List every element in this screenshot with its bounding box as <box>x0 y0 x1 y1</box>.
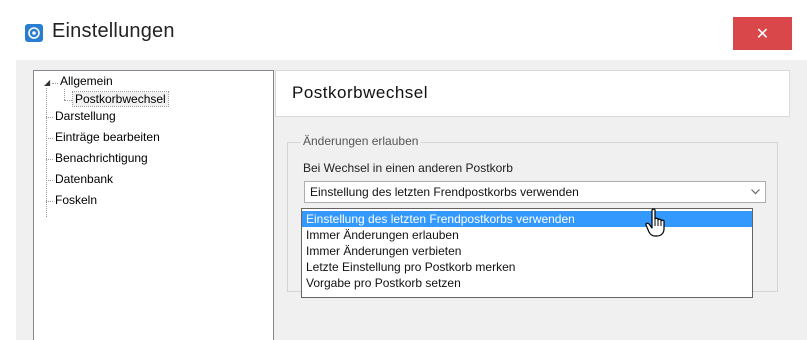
window-title: Einstellungen <box>52 20 175 42</box>
settings-dialog: Einstellungen ✕ ◢ Allgemein Postkorbwech… <box>0 0 807 340</box>
tree-connector <box>46 138 53 139</box>
settings-tree[interactable]: ◢ Allgemein Postkorbwechsel Darstellung … <box>33 70 274 340</box>
tree-connector <box>64 100 72 101</box>
tree-item-datenbank[interactable]: Datenbank <box>53 171 115 188</box>
page-title: Postkorbwechsel <box>292 83 429 102</box>
option-vorgabe-pro-postkorb[interactable]: Vorgabe pro Postkorb setzen <box>302 275 752 291</box>
select-dropdown-list: Einstellung des letzten Frendpostkorbs v… <box>301 208 753 298</box>
title-bar[interactable]: Einstellungen ✕ <box>0 0 807 60</box>
tree-item-allgemein[interactable]: Allgemein <box>58 73 115 90</box>
tree-connector <box>46 117 53 118</box>
page-header: Postkorbwechsel <box>275 70 790 117</box>
option-immer-erlauben[interactable]: Immer Änderungen erlauben <box>302 227 752 243</box>
dialog-body: ◢ Allgemein Postkorbwechsel Darstellung … <box>16 60 807 340</box>
tree-item-postkorbwechsel[interactable]: Postkorbwechsel <box>72 91 169 108</box>
tree-connector <box>46 88 47 217</box>
close-button[interactable]: ✕ <box>733 17 792 50</box>
tree-connector <box>64 89 65 100</box>
option-pro-postkorb-merken[interactable]: Letzte Einstellung pro Postkorb merken <box>302 259 752 275</box>
tree-item-benachrichtigung[interactable]: Benachrichtigung <box>53 150 150 167</box>
tree-connector <box>46 159 53 160</box>
collapse-arrow-icon[interactable]: ◢ <box>44 79 52 87</box>
option-immer-verbieten[interactable]: Immer Änderungen verbieten <box>302 243 752 259</box>
tree-item-darstellung[interactable]: Darstellung <box>53 108 118 125</box>
close-icon: ✕ <box>755 25 770 43</box>
field-label: Bei Wechsel in einen anderen Postkorb <box>303 161 513 175</box>
app-icon <box>25 24 43 42</box>
group-legend: Änderungen erlauben <box>300 134 422 148</box>
hand-cursor-icon <box>645 208 665 237</box>
tree-item-eintraege-bearbeiten[interactable]: Einträge bearbeiten <box>53 129 162 146</box>
select-value: Einstellung des letzten Frendpostkorbs v… <box>310 185 579 199</box>
tree-item-foskeln[interactable]: Foskeln <box>53 192 99 209</box>
chevron-down-icon[interactable] <box>746 182 765 202</box>
tree-connector <box>46 201 53 202</box>
postkorb-change-select[interactable]: Einstellung des letzten Frendpostkorbs v… <box>304 181 766 203</box>
option-letzten-frendpostkorb[interactable]: Einstellung des letzten Frendpostkorbs v… <box>302 211 752 227</box>
tree-connector <box>46 180 53 181</box>
